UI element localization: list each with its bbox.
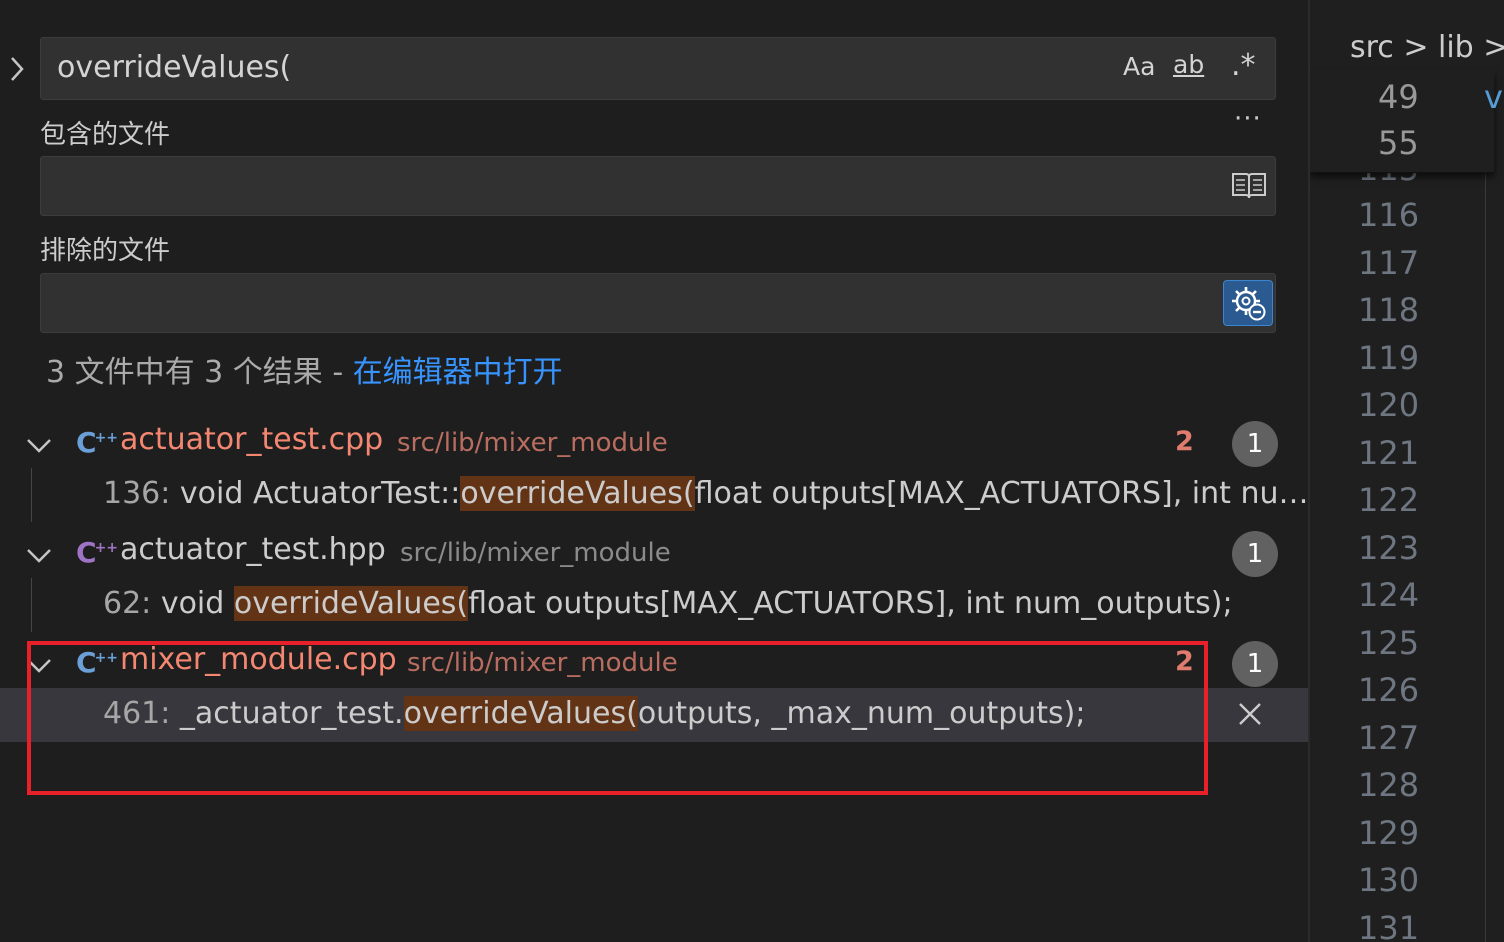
cpp-file-icon: C++ — [76, 426, 119, 459]
sticky-code-text: v — [1484, 78, 1503, 116]
problem-count: 2 — [1175, 426, 1194, 457]
line-number: 130 — [1358, 861, 1420, 899]
search-panel: overrideValues( Aa ab .* ··· 包含的文件 排除的文件… — [0, 0, 1308, 942]
line-number: 117 — [1358, 244, 1420, 282]
line-number: 118 — [1358, 291, 1420, 329]
line-number: 126 — [1358, 671, 1420, 709]
match-count-badge: 1 — [1232, 641, 1278, 687]
match-after: float outputs[MAX_ACTUATORS], int num_ou… — [468, 586, 1233, 621]
open-in-editor-link[interactable]: 在编辑器中打开 — [353, 355, 563, 390]
sticky-line-number: 55 — [1378, 124, 1419, 162]
match-case-button[interactable]: Aa — [1123, 52, 1155, 81]
tree-guide — [31, 468, 32, 522]
line-number: 123 — [1358, 529, 1420, 567]
search-query: overrideValues( — [57, 50, 292, 85]
dismiss-result-button[interactable] — [1236, 700, 1264, 732]
match-text: 136: void ActuatorTest::overrideValues(f… — [103, 476, 1308, 511]
match-row[interactable]: 62: void overrideValues(float outputs[MA… — [0, 578, 1308, 632]
line-number: 62: — [103, 586, 152, 621]
book-icon[interactable] — [1231, 171, 1267, 205]
line-number: 116 — [1358, 196, 1420, 234]
close-icon — [1239, 703, 1261, 725]
match-highlight: overrideValues( — [460, 476, 695, 511]
editor-pane: src > lib > 49 55 v 115 116 117 118 119 … — [1310, 0, 1504, 942]
match-text: 62: void overrideValues(float outputs[MA… — [103, 586, 1233, 621]
gear-icon — [1232, 287, 1266, 321]
indent-guide — [1485, 170, 1486, 942]
results-summary: 3 文件中有 3 个结果 - 在编辑器中打开 — [46, 347, 563, 391]
toggle-replace-button[interactable] — [4, 52, 28, 86]
sticky-scroll-header[interactable]: 49 55 v — [1310, 70, 1503, 173]
line-number: 129 — [1358, 814, 1420, 852]
include-label: 包含的文件 — [40, 120, 171, 150]
line-number: 136: — [103, 476, 171, 511]
line-number: 122 — [1358, 481, 1420, 519]
tree-guide — [31, 578, 32, 632]
chevron-down-icon[interactable] — [24, 430, 54, 460]
match-after: float outputs[MAX_ACTUATORS], int nu… — [694, 476, 1309, 511]
regex-button[interactable]: .* — [1231, 48, 1256, 83]
cpp-header-file-icon: C++ — [76, 536, 119, 569]
line-number: 120 — [1358, 386, 1420, 424]
match-row[interactable]: 136: void ActuatorTest::overrideValues(f… — [0, 468, 1308, 522]
exclude-label: 排除的文件 — [40, 236, 171, 266]
match-count-badge: 1 — [1232, 421, 1278, 467]
match-before: void — [160, 586, 234, 621]
line-number: 119 — [1358, 339, 1420, 377]
match-count-badge: 1 — [1232, 531, 1278, 577]
line-number: 131 — [1358, 909, 1420, 942]
line-number: 125 — [1358, 624, 1420, 662]
match-before: void ActuatorTest:: — [179, 476, 461, 511]
match-highlight: overrideValues( — [233, 586, 469, 621]
result-file-row[interactable]: C++ actuator_test.hpp src/lib/mixer_modu… — [0, 528, 1308, 580]
line-number: 127 — [1358, 719, 1420, 757]
exclude-files-input[interactable] — [40, 273, 1276, 333]
results-count-text: 3 文件中有 3 个结果 - — [46, 355, 353, 390]
file-path: src/lib/mixer_module — [397, 428, 668, 458]
file-name: actuator_test.cpp — [120, 422, 384, 457]
breadcrumb[interactable]: src > lib > — [1350, 30, 1504, 65]
line-number: 128 — [1358, 766, 1420, 804]
include-files-input[interactable] — [40, 156, 1276, 216]
line-number: 121 — [1358, 434, 1420, 472]
use-exclude-settings-button[interactable] — [1223, 280, 1273, 326]
chevron-down-icon[interactable] — [24, 540, 54, 570]
file-path: src/lib/mixer_module — [400, 538, 671, 568]
line-number: 124 — [1358, 576, 1420, 614]
file-name: actuator_test.hpp — [120, 532, 386, 567]
highlight-annotation-box — [27, 641, 1208, 795]
sticky-line-number: 49 — [1378, 78, 1419, 116]
whole-word-button[interactable]: ab — [1173, 50, 1204, 79]
search-input[interactable]: overrideValues( Aa ab .* — [40, 37, 1276, 100]
chevron-right-icon — [11, 57, 24, 81]
result-file-row[interactable]: C++ actuator_test.cpp src/lib/mixer_modu… — [0, 418, 1308, 470]
more-options-icon[interactable]: ··· — [1234, 104, 1262, 134]
